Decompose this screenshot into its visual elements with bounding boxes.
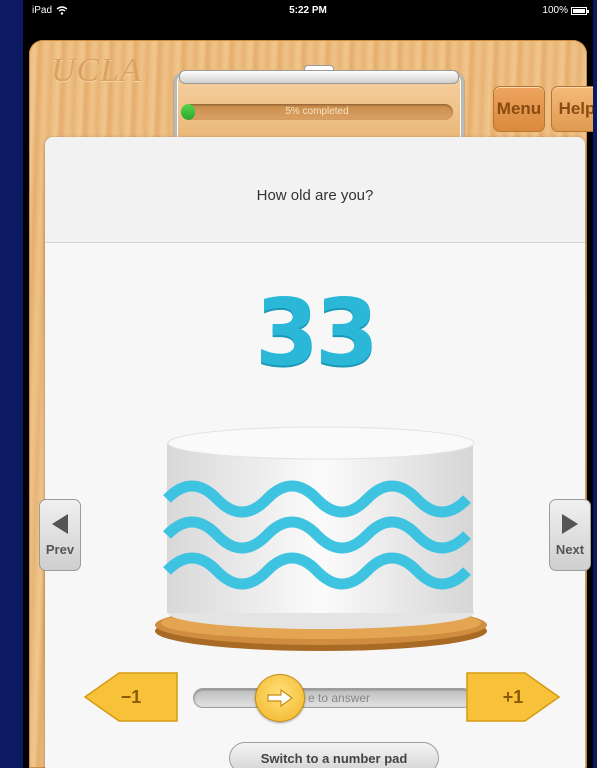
prev-button[interactable]: Prev — [39, 499, 81, 571]
status-time: 5:22 PM — [289, 5, 327, 16]
arrow-right-icon — [562, 513, 578, 534]
decrement-label: −1 — [120, 686, 142, 707]
progress-bar: 5% completed — [181, 104, 453, 120]
birthday-cake-image — [155, 426, 487, 651]
age-value: 33 — [254, 279, 379, 386]
increment-button[interactable]: +1 — [465, 672, 561, 722]
status-right: 100% — [542, 5, 589, 16]
arrow-right-icon — [267, 689, 293, 707]
prev-label: Prev — [45, 541, 75, 557]
slide-to-answer-track[interactable]: e to answer — [193, 688, 473, 708]
next-label: Next — [555, 541, 585, 557]
question-card: How old are you? 33 Prev Next −1 e to an… — [39, 137, 591, 768]
battery-icon — [571, 6, 589, 15]
help-button[interactable]: Help — [551, 86, 593, 132]
battery-percent: 100% — [542, 5, 568, 16]
increment-label: +1 — [502, 686, 524, 707]
slider-knob[interactable] — [255, 674, 305, 722]
question-text: How old are you? — [256, 187, 374, 204]
status-bar: iPad 5:22 PM 100% — [23, 0, 593, 22]
slider-hint: e to answer — [308, 691, 371, 705]
question-header: How old are you? — [45, 137, 585, 243]
arrow-left-icon — [52, 513, 68, 534]
decrement-button[interactable]: −1 — [83, 672, 179, 722]
app-screen: iPad 5:22 PM 100% UCLA 5% completed Menu… — [23, 0, 593, 768]
ucla-logo: UCLA — [51, 52, 142, 89]
progress-label: 5% completed — [285, 106, 349, 117]
clipboard-board: UCLA 5% completed Menu Help How old are … — [29, 40, 593, 768]
next-button[interactable]: Next — [549, 499, 591, 571]
switch-to-number-pad-button[interactable]: Switch to a number pad — [229, 742, 439, 768]
menu-button[interactable]: Menu — [493, 86, 545, 132]
clip-bar — [179, 70, 459, 84]
